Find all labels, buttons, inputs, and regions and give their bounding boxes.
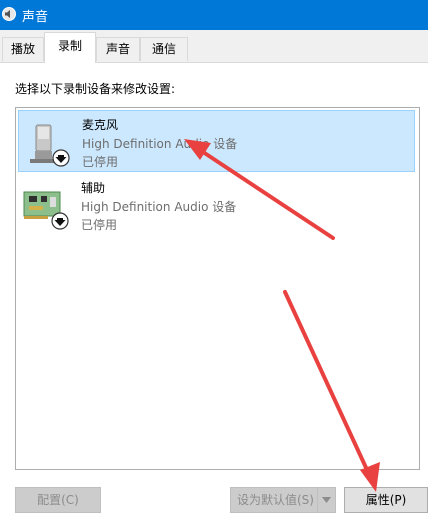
device-description: High Definition Audio 设备 (82, 137, 238, 151)
title-bar[interactable]: 声音 (0, 0, 428, 30)
device-status: 已停用 (81, 218, 118, 232)
chevron-down-icon (322, 497, 331, 503)
tab-playback[interactable]: 播放 (2, 37, 44, 61)
tab-sounds[interactable]: 声音 (96, 37, 140, 61)
speaker-icon (2, 7, 16, 21)
tab-panel-recording: 选择以下录制设备来修改设置: 麦克风 High Definition Audio… (0, 62, 428, 513)
tab-communications[interactable]: 通信 (140, 37, 188, 61)
device-name: 辅助 (81, 181, 106, 195)
properties-button[interactable]: 属性(P) (344, 487, 428, 513)
set-default-label: 设为默认值(S) (237, 493, 314, 507)
device-status: 已停用 (82, 155, 119, 169)
device-description: High Definition Audio 设备 (81, 200, 237, 214)
tab-recording[interactable]: 录制 (44, 32, 96, 63)
disabled-arrow-icon (52, 149, 70, 167)
device-item-auxiliary[interactable]: 辅助 High Definition Audio 设备 已停用 (18, 174, 415, 236)
tab-strip: 播放 录制 声音 通信 (0, 30, 428, 63)
set-default-dropdown[interactable] (317, 488, 335, 512)
device-list[interactable]: 麦克风 High Definition Audio 设备 已停用 辅助 High… (15, 107, 420, 470)
set-default-button[interactable]: 设为默认值(S) (230, 487, 336, 513)
instruction-text: 选择以下录制设备来修改设置: (15, 82, 176, 96)
device-name: 麦克风 (82, 118, 119, 132)
disabled-arrow-icon (51, 212, 69, 230)
configure-button[interactable]: 配置(C) (15, 487, 101, 513)
window-title: 声音 (22, 10, 49, 25)
device-item-microphone[interactable]: 麦克风 High Definition Audio 设备 已停用 (18, 110, 415, 172)
